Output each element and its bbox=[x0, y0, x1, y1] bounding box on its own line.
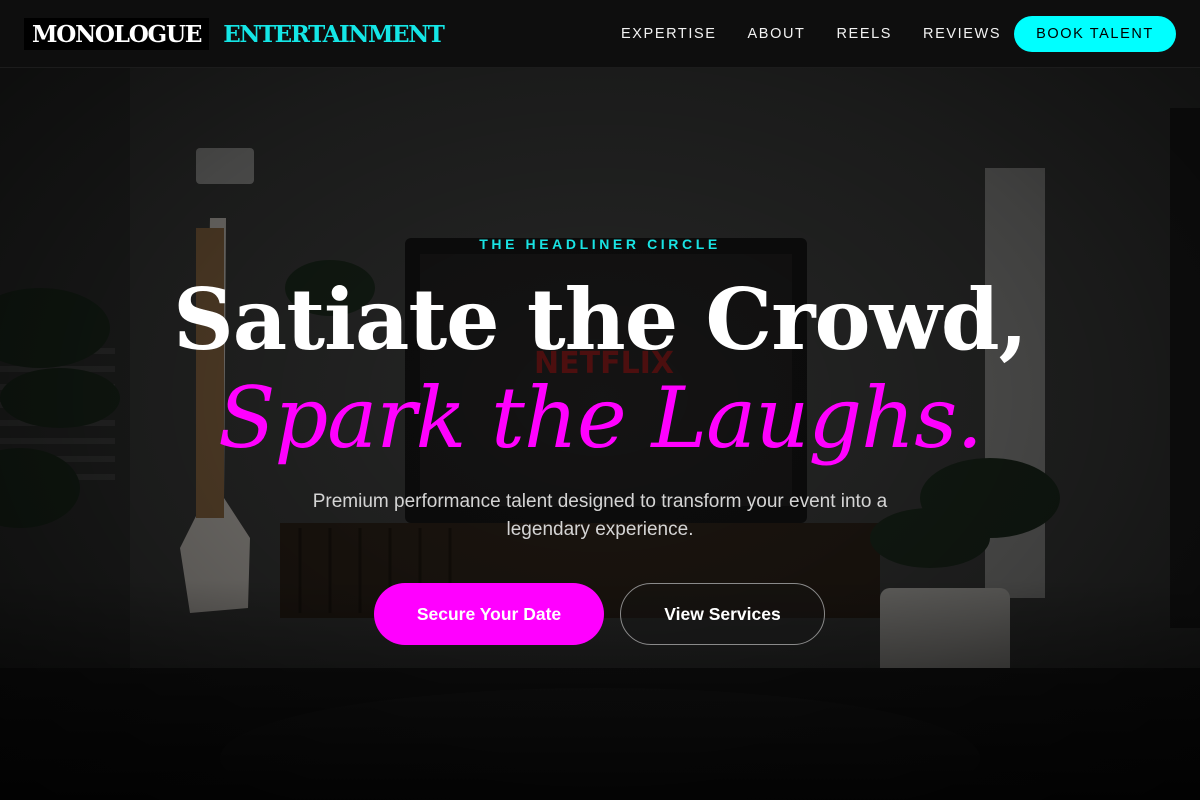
book-talent-button[interactable]: BOOK TALENT bbox=[1014, 16, 1176, 52]
view-services-button[interactable]: View Services bbox=[620, 583, 825, 645]
nav-link-reviews[interactable]: REVIEWS bbox=[923, 26, 1001, 42]
nav-link-reels[interactable]: REELS bbox=[836, 26, 892, 42]
hero-subtext: Premium performance talent designed to t… bbox=[312, 491, 888, 540]
top-nav: MONOLOGUE ENTERTAINMENT EXPERTISE ABOUT … bbox=[0, 0, 1200, 68]
hero-eyebrow: THE HEADLINER CIRCLE bbox=[479, 236, 721, 252]
nav-links: EXPERTISE ABOUT REELS REVIEWS bbox=[621, 0, 1032, 68]
secure-your-date-button[interactable]: Secure Your Date bbox=[374, 583, 604, 645]
nav-link-expertise[interactable]: EXPERTISE bbox=[621, 26, 717, 42]
hero-headline-accent: Spark the Laughs. bbox=[217, 369, 983, 467]
brand-name: MONOLOGUE bbox=[24, 18, 210, 50]
hero-headline: Satiate the Crowd, bbox=[173, 270, 1028, 369]
brand-logo[interactable]: MONOLOGUE ENTERTAINMENT bbox=[24, 18, 445, 50]
brand-accent: ENTERTAINMENT bbox=[223, 20, 445, 48]
nav-link-about[interactable]: ABOUT bbox=[748, 26, 806, 42]
